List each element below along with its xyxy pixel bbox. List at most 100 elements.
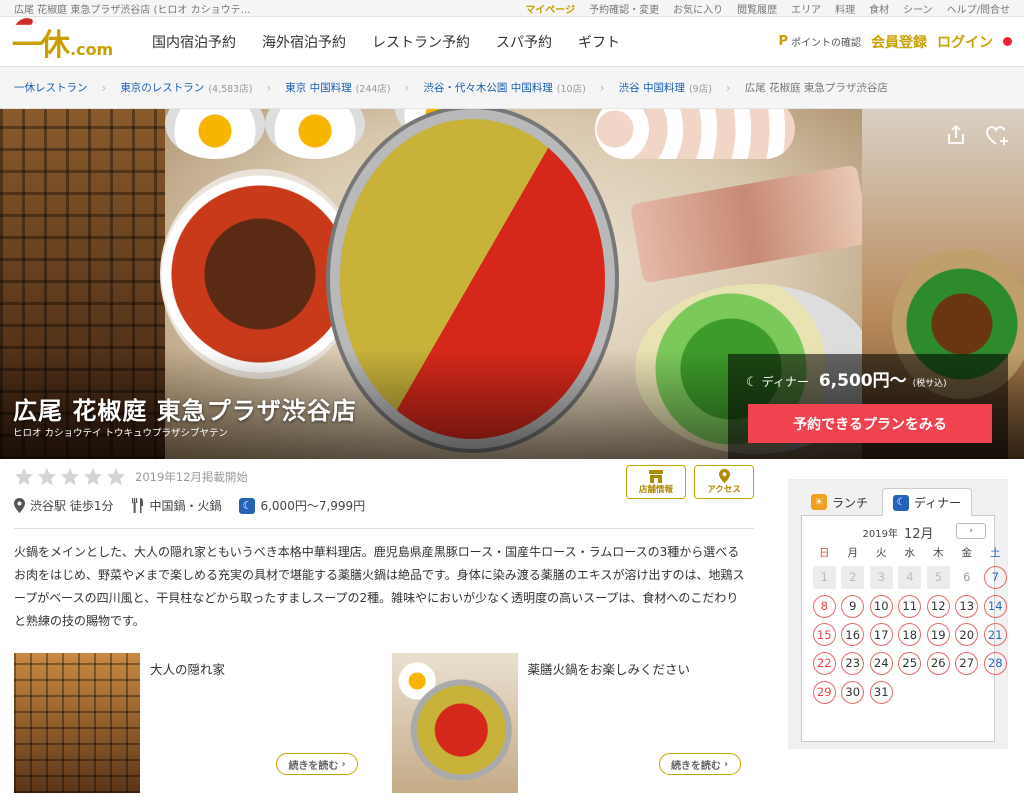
util-link-help[interactable]: ヘルプ/問合せ <box>947 1 1010 16</box>
weekday-label: 土 <box>990 547 1001 559</box>
util-link-reservation[interactable]: 予約確認・変更 <box>589 1 659 16</box>
calendar-day-number: 1 <box>812 565 836 589</box>
feature-card[interactable]: 薬膳火鍋をお楽しみください 続きを読む › <box>391 653 755 793</box>
restaurant-details: 2019年12月掲載開始 渋谷駅 徒歩1分 中国鍋・火鍋 ☾ 6,000円〜7,… <box>14 459 754 793</box>
view-plans-button[interactable]: 予約できるプランをみる <box>748 404 992 443</box>
feature-card-title: 大人の隠れ家 <box>150 662 226 677</box>
dish-pork <box>629 164 871 284</box>
read-more-button[interactable]: 続きを読む › <box>276 753 358 775</box>
santa-hat-icon <box>12 16 38 28</box>
breadcrumb-label[interactable]: 東京のレストラン <box>120 80 204 95</box>
posted-date: 2019年12月掲載開始 <box>135 470 248 484</box>
weekday-label: 木 <box>933 547 944 559</box>
calendar-day[interactable]: 19 <box>924 620 953 649</box>
calendar-day-number: 12 <box>926 594 950 618</box>
calendar-day[interactable]: 18 <box>896 620 925 649</box>
calendar-day[interactable]: 16 <box>839 620 868 649</box>
breadcrumb-item[interactable]: 東京のレストラン (4,583店) › <box>120 80 285 95</box>
calendar: 2019年 12月 › 日 月 火 水 木 金 土 1 2 3 4 5 6 7 8 9 10 11 1… <box>801 515 1007 742</box>
calendar-day[interactable]: 26 <box>924 649 953 678</box>
star-icon <box>107 468 125 486</box>
calendar-day[interactable]: 27 <box>953 649 982 678</box>
page-title-truncated: 広尾 花椒庭 東急プラザ渋谷店 (ヒロオ カショウテ… <box>14 4 251 16</box>
calendar-day[interactable]: 30 <box>839 678 868 707</box>
calendar-day[interactable]: 15 <box>810 620 839 649</box>
tab-dinner[interactable]: ☾ ディナー <box>882 488 973 516</box>
calendar-day[interactable]: 24 <box>867 649 896 678</box>
breadcrumb-item[interactable]: 一休レストラン › <box>14 80 120 95</box>
calendar-day[interactable]: 21 <box>981 620 1010 649</box>
calendar-day[interactable]: 25 <box>896 649 925 678</box>
calendar-day[interactable]: 10 <box>867 592 896 621</box>
calendar-day-number: 5 <box>926 565 950 589</box>
util-link-area[interactable]: エリア <box>791 1 821 16</box>
calendar-day[interactable]: 9 <box>839 592 868 621</box>
calendar-day[interactable]: 17 <box>867 620 896 649</box>
calendar-day-number: 8 <box>812 594 836 618</box>
util-link-cuisine[interactable]: 料理 <box>835 1 855 16</box>
breadcrumb-label[interactable]: 一休レストラン <box>14 80 88 95</box>
calendar-day-number: 3 <box>869 565 893 589</box>
nav-overseas-hotel[interactable]: 海外宿泊予約 <box>262 32 346 52</box>
next-month-button[interactable]: › <box>956 523 986 539</box>
calendar-day-number: 4 <box>898 565 922 589</box>
calendar-day[interactable]: 7 <box>981 563 1010 592</box>
breadcrumb-item[interactable]: 渋谷・代々木公園 中国料理 (10店) › <box>423 80 618 95</box>
points-link[interactable]: P ポイントの確認 <box>778 34 861 49</box>
calendar-day-number: 29 <box>812 680 836 704</box>
calendar-day[interactable]: 20 <box>953 620 982 649</box>
calendar-day-number: 17 <box>869 623 893 647</box>
nav-gift[interactable]: ギフト <box>578 32 620 52</box>
main-nav: 国内宿泊予約 海外宿泊予約 レストラン予約 スパ予約 ギフト <box>152 32 620 52</box>
price-tax-note: (税サ込) <box>912 379 947 389</box>
util-link-history[interactable]: 閲覧履歴 <box>737 1 777 16</box>
weekday-label: 金 <box>961 547 973 559</box>
login-button[interactable]: ログイン <box>937 32 993 52</box>
breadcrumb-label[interactable]: 渋谷 中国料理 <box>619 80 685 95</box>
hero-actions <box>944 123 1008 147</box>
weekday-label: 日 <box>819 547 830 559</box>
calendar-day[interactable]: 29 <box>810 678 839 707</box>
sun-icon: ☀ <box>811 494 827 510</box>
breadcrumb-item[interactable]: 渋谷 中国料理 (9店) › <box>619 80 745 95</box>
feature-cards: 大人の隠れ家 続きを読む › 薬膳火鍋をお楽しみください 続きを読む › <box>14 653 754 793</box>
heart-add-icon[interactable] <box>984 123 1008 147</box>
access-button[interactable]: アクセス <box>694 465 754 499</box>
restaurant-meta: 2019年12月掲載開始 渋谷駅 徒歩1分 中国鍋・火鍋 ☾ 6,000円〜7,… <box>14 459 754 529</box>
nav-restaurant[interactable]: レストラン予約 <box>372 32 470 52</box>
nav-domestic-hotel[interactable]: 国内宿泊予約 <box>152 32 236 52</box>
breadcrumb-item[interactable]: 東京 中国料理 (244店) › <box>285 80 423 95</box>
util-link-mypage[interactable]: マイページ <box>525 1 575 16</box>
tab-lunch[interactable]: ☀ ランチ <box>801 488 878 516</box>
calendar-day[interactable]: 31 <box>867 678 896 707</box>
store-info-button[interactable]: 店舗情報 <box>626 465 686 499</box>
calendar-day[interactable]: 28 <box>981 649 1010 678</box>
share-icon[interactable] <box>944 123 968 147</box>
breadcrumb-label[interactable]: 渋谷・代々木公園 中国料理 <box>423 80 552 95</box>
calendar-day-number: 22 <box>812 651 836 675</box>
chevron-right-icon: › <box>266 80 272 95</box>
read-more-button[interactable]: 続きを読む › <box>658 753 741 775</box>
top-utility-bar: 広尾 花椒庭 東急プラザ渋谷店 (ヒロオ カショウテ… マイページ 予約確認・変… <box>0 0 1024 17</box>
site-logo[interactable]: 一休 .com <box>12 16 152 64</box>
calendar-day[interactable]: 22 <box>810 649 839 678</box>
nav-spa[interactable]: スパ予約 <box>496 32 552 52</box>
calendar-day-number: 10 <box>869 594 893 618</box>
calendar-day[interactable]: 23 <box>839 649 868 678</box>
register-button[interactable]: 会員登録 <box>871 32 927 52</box>
calendar-day[interactable]: 12 <box>924 592 953 621</box>
calendar-day[interactable]: 13 <box>953 592 982 621</box>
util-link-ingredients[interactable]: 食材 <box>869 1 889 16</box>
restaurant-description: 火鍋をメインとした、大人の隠れ家ともいうべき本格中華料理店。鹿児島県産黒豚ロース… <box>14 545 745 628</box>
breadcrumb-label[interactable]: 東京 中国料理 <box>285 80 351 95</box>
calendar-day: 2 <box>839 563 868 592</box>
util-link-favorites[interactable]: お気に入り <box>673 1 723 16</box>
calendar-day[interactable]: 11 <box>896 592 925 621</box>
util-link-scene[interactable]: シーン <box>903 1 933 16</box>
calendar-day-number: 11 <box>898 594 922 618</box>
feature-card[interactable]: 大人の隠れ家 続きを読む › <box>14 653 377 793</box>
calendar-day[interactable]: 8 <box>810 592 839 621</box>
calendar-day-number: 15 <box>812 623 836 647</box>
breadcrumb-label: 広尾 花椒庭 東急プラザ渋谷店 <box>744 82 888 94</box>
calendar-day[interactable]: 14 <box>981 592 1010 621</box>
